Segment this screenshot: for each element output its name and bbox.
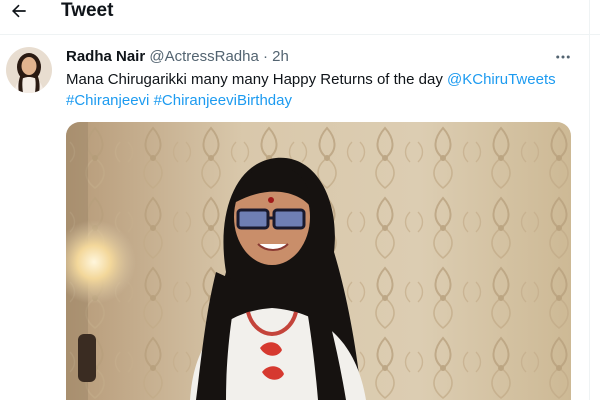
author-handle[interactable]: @ActressRadha	[149, 48, 258, 65]
mention-link[interactable]: @KChiruTweets	[447, 71, 556, 88]
header-bar: Tweet	[0, 0, 600, 30]
tweet-media-video[interactable]	[66, 122, 571, 400]
header-divider	[0, 34, 600, 35]
video-frame-image	[66, 122, 571, 400]
hashtag-link-chiranjeevi[interactable]: #Chiranjeevi	[66, 92, 149, 109]
separator-dot: ·	[263, 48, 268, 65]
column-border	[589, 0, 590, 400]
hashtag-link-birthday[interactable]: #ChiranjeeviBirthday	[154, 92, 292, 109]
tweet-header: Radha Nair @ActressRadha · 2h	[66, 47, 289, 67]
avatar[interactable]	[6, 47, 52, 93]
more-options-button[interactable]	[552, 46, 574, 68]
tweet-timestamp[interactable]: 2h	[272, 48, 289, 65]
tweet-text: Mana Chirugarikki many many Happy Return…	[66, 69, 576, 111]
tweet-text-body: Mana Chirugarikki many many Happy Return…	[66, 71, 448, 88]
arrow-left-icon	[12, 4, 26, 18]
author-name[interactable]: Radha Nair	[66, 48, 145, 65]
more-horizontal-icon	[556, 55, 570, 59]
user-avatar	[6, 47, 52, 93]
back-button[interactable]	[8, 0, 30, 22]
page-title: Tweet	[61, 0, 114, 21]
